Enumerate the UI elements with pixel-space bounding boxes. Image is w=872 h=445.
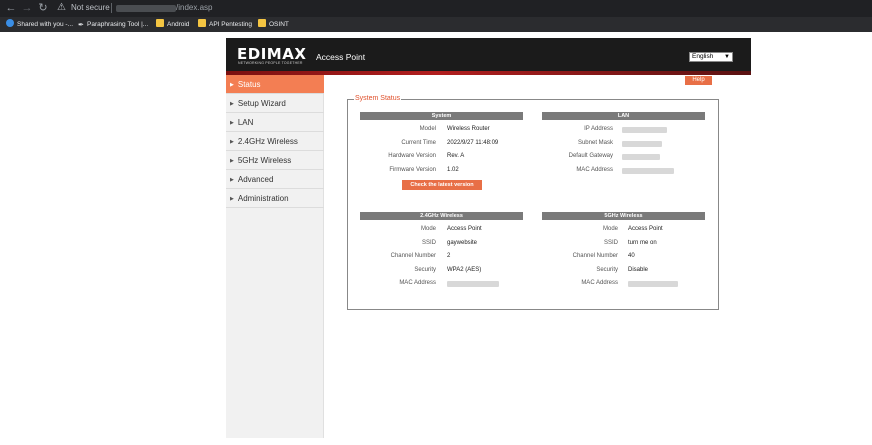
bookmark-label: Shared with you -... [17,21,73,28]
wireless-24-mode-label: Mode [420,226,436,232]
wireless-5-mac-redacted [628,281,678,287]
mac-address-label: MAC Address [576,167,613,173]
wireless-5-ssid-value: turn me on [628,240,657,246]
wireless-5-mode-label: Mode [602,226,618,232]
wireless-24-ssid-value: gaywebsite [447,240,478,246]
sidebar-item-label: Administration [237,194,289,203]
triangle-right-icon: ▶ [230,196,234,202]
triangle-right-icon: ▶ [230,139,234,145]
wireless-24-mac-redacted [447,281,499,287]
default-gateway-label: Default Gateway [568,153,613,159]
triangle-right-icon: ▶ [230,120,234,126]
router-admin-page: EDIMAX NETWORKING PEOPLE TOGETHER Access… [226,38,751,438]
sidebar-item-5ghz-wireless[interactable]: ▶ 5GHz Wireless [226,151,324,170]
warning-icon[interactable]: ⚠ [57,2,69,14]
ip-address-label: IP Address [584,126,613,132]
sidebar-item-label: Advanced [237,175,274,184]
wireless-24-mac-label: MAC Address [399,280,436,286]
sidebar-item-status[interactable]: ▶ Status [226,75,324,94]
current-time-label: Current Time [401,140,436,146]
sidebar-item-label: LAN [237,118,254,127]
feather-icon: ✒ [78,22,84,29]
logo-tagline: NETWORKING PEOPLE TOGETHER [238,61,303,65]
help-button[interactable]: Help [685,76,712,85]
edimax-logo: EDIMAX [237,45,307,63]
ip-address-redacted [622,127,667,133]
wireless-5-channel-value: 40 [628,253,635,259]
wireless-24-security-label: Security [414,267,436,273]
check-latest-version-button[interactable]: Check the latest version [402,180,482,190]
wireless-24-security-value: WPA2 (AES) [447,267,482,273]
url-host-redacted[interactable] [116,5,176,12]
bookmarks-bar: Shared with you -... ✒ Paraphrasing Tool … [0,17,872,32]
bookmark-label: Android [167,21,190,28]
triangle-right-icon: ▶ [230,101,234,107]
sidebar-item-label: Setup Wizard [237,99,286,108]
wireless-5-security-label: Security [596,267,618,273]
chevron-down-icon: ▼ [724,54,730,60]
language-select[interactable]: English ▼ [689,52,733,62]
address-divider [111,3,112,13]
wireless-24-channel-value: 2 [447,253,451,259]
bookmark-label: OSINT [269,21,289,28]
browser-toolbar: ← → ↻ ⚠ Not secure /index.asp [0,0,872,17]
folder-icon [156,19,164,27]
page-header: EDIMAX NETWORKING PEOPLE TOGETHER Access… [226,38,751,71]
subnet-mask-redacted [622,141,662,147]
folder-icon [198,19,206,27]
wireless-24-section-header: 2.4GHz Wireless [360,212,523,220]
current-time-value: 2022/9/27 11:48:09 [447,140,499,146]
model-value: Wireless Router [447,126,490,132]
lan-section-header: LAN [542,112,705,120]
subnet-mask-label: Subnet Mask [577,140,613,146]
hardware-version-label: Hardware Version [388,153,436,159]
firmware-version-value: 1.02 [447,167,459,173]
wireless-5-ssid-label: SSID [603,240,618,246]
triangle-right-icon: ▶ [230,82,234,88]
model-label: Model [419,126,436,132]
sidebar-menu: ▶ Status ▶ Setup Wizard ▶ LAN ▶ 2.4GHz Wirel… [226,75,324,438]
wireless-5-security-value: Disable [628,267,649,273]
cloud-icon [6,19,14,27]
sidebar-item-24ghz-wireless[interactable]: ▶ 2.4GHz Wireless [226,132,324,151]
language-value: English [692,53,714,60]
security-indicator[interactable]: Not secure [71,3,110,12]
bookmark-label: Paraphrasing Tool |... [87,21,149,28]
sidebar-item-lan[interactable]: ▶ LAN [226,113,324,132]
bookmark-android[interactable]: Android [156,19,189,30]
wireless-5-section-header: 5GHz Wireless [542,212,705,220]
wireless-24-channel-label: Channel Number [390,253,436,259]
sidebar-item-label: 2.4GHz Wireless [237,137,298,146]
bookmark-osint[interactable]: OSINT [258,19,289,30]
product-title: Access Point [316,52,366,62]
system-status-legend: System Status [354,95,402,102]
bookmark-shared[interactable]: Shared with you -... [6,19,73,30]
triangle-right-icon: ▶ [230,158,234,164]
triangle-right-icon: ▶ [230,177,234,183]
bookmark-paraphrasing[interactable]: ✒ Paraphrasing Tool |... [78,19,148,30]
firmware-version-label: Firmware Version [389,167,436,173]
default-gateway-redacted [622,154,660,160]
address-bar-path[interactable]: /index.asp [176,3,212,12]
reload-icon[interactable]: ↻ [36,1,50,15]
sidebar-item-administration[interactable]: ▶ Administration [226,189,324,208]
sidebar-item-advanced[interactable]: ▶ Advanced [226,170,324,189]
folder-icon [258,19,266,27]
wireless-5-channel-label: Channel Number [572,253,618,259]
bookmark-api-pentesting[interactable]: API Pentesting [198,19,252,30]
sidebar-item-label: Status [237,80,261,89]
wireless-24-mode-value: Access Point [447,226,482,232]
wireless-5-mac-label: MAC Address [581,280,618,286]
system-section-header: System [360,112,523,120]
bookmark-label: API Pentesting [209,21,252,28]
sidebar-item-setup-wizard[interactable]: ▶ Setup Wizard [226,94,324,113]
wireless-24-ssid-label: SSID [421,240,436,246]
back-arrow-icon[interactable]: ← [4,1,18,15]
hardware-version-value: Rev. A [447,153,465,159]
mac-address-redacted [622,168,674,174]
wireless-5-mode-value: Access Point [628,226,663,232]
forward-arrow-icon[interactable]: → [20,1,34,15]
sidebar-item-label: 5GHz Wireless [237,156,292,165]
